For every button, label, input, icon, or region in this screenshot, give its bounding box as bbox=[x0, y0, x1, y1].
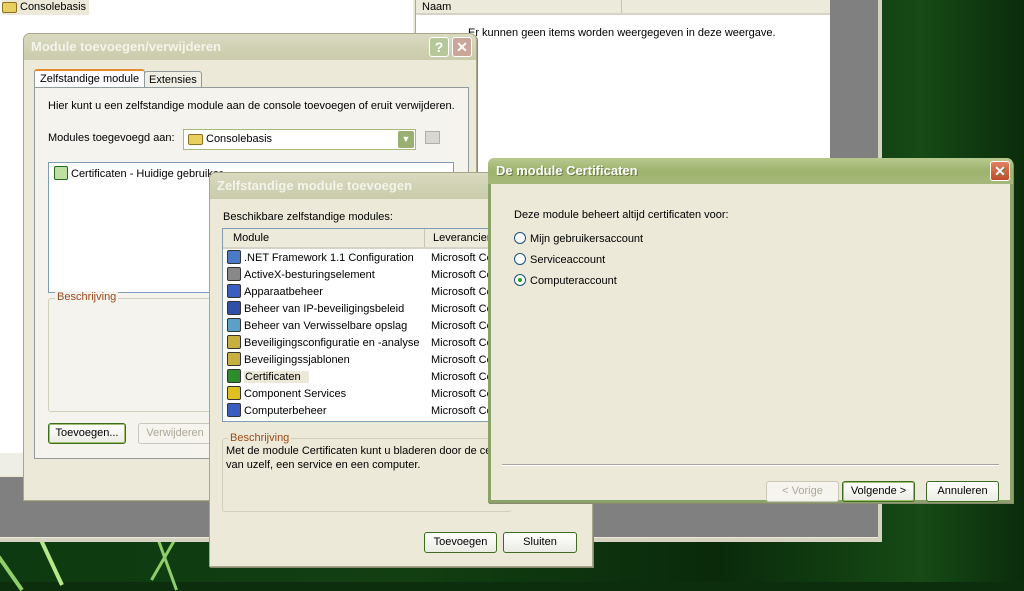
list-item[interactable]: Certificaten - Huidige gebruiker bbox=[54, 166, 223, 180]
close-button[interactable]: ✕ bbox=[990, 161, 1010, 181]
radio-checked-icon bbox=[514, 274, 526, 286]
close-button[interactable]: ✕ bbox=[452, 37, 472, 57]
module-name: Computerbeheer bbox=[244, 405, 327, 417]
radio-computer-account[interactable]: Computeraccount bbox=[514, 274, 617, 287]
chevron-down-icon[interactable]: ▼ bbox=[398, 131, 414, 148]
module-name: ActiveX-besturingselement bbox=[244, 269, 375, 281]
added-to-label: Modules toegevoegd aan: bbox=[48, 132, 175, 144]
modules-list[interactable]: Module Leverancier .NET Framework 1.1 Co… bbox=[222, 228, 512, 422]
table-row[interactable]: Beheer van IP-beveiligingsbeleid Microsof… bbox=[227, 301, 493, 318]
vendor-name: Microsoft Co bbox=[431, 354, 493, 366]
added-to-select[interactable]: Consolebasis ▼ bbox=[183, 129, 416, 150]
certificates-icon bbox=[54, 166, 68, 180]
add-button[interactable]: Toevoegen bbox=[424, 532, 497, 553]
security-config-icon bbox=[227, 335, 241, 349]
description-text-2: van uzelf, een service en een computer. bbox=[226, 459, 421, 471]
description-group: Beschrijving Met de module Certificaten … bbox=[222, 432, 512, 512]
device-manager-icon bbox=[227, 284, 241, 298]
vendor-name: Microsoft Co bbox=[431, 388, 493, 400]
radio-icon bbox=[514, 232, 526, 244]
cancel-button[interactable]: Annuleren bbox=[926, 481, 999, 502]
module-name: .NET Framework 1.1 Configuration bbox=[244, 252, 414, 264]
table-row[interactable]: Computerbeheer Microsoft Co bbox=[227, 403, 493, 420]
table-row[interactable]: Apparaatbeheer Microsoft Co bbox=[227, 284, 493, 301]
table-row[interactable]: Beveiligingssjablonen Microsoft Co bbox=[227, 352, 493, 369]
column-vendor[interactable]: Leverancier bbox=[425, 229, 490, 247]
empty-message: Er kunnen geen items worden weergegeven … bbox=[468, 27, 776, 39]
module-name: Beheer van IP-beveiligingsbeleid bbox=[244, 303, 405, 315]
module-name: Component Services bbox=[244, 388, 347, 400]
net-config-icon bbox=[227, 250, 241, 264]
separator bbox=[502, 464, 999, 466]
column-naam[interactable]: Naam bbox=[422, 0, 622, 13]
list-header: Module Leverancier bbox=[223, 229, 511, 249]
title-bar: Module toevoegen/verwijderen ? ✕ bbox=[24, 34, 476, 60]
table-row[interactable]: .NET Framework 1.1 Configuration Microsof… bbox=[227, 250, 493, 267]
tree-item-consolebasis[interactable]: Consolebasis bbox=[2, 0, 90, 15]
column-module[interactable]: Module bbox=[223, 229, 425, 247]
security-templates-icon bbox=[227, 352, 241, 366]
intro-text: Hier kunt u een zelfstandige module aan … bbox=[48, 100, 455, 112]
add-button[interactable]: Toevoegen... bbox=[48, 423, 126, 444]
radio-user-account[interactable]: Mijn gebruikersaccount bbox=[514, 232, 643, 245]
next-button[interactable]: Volgende > bbox=[842, 481, 915, 502]
computer-management-icon bbox=[227, 403, 241, 417]
certificates-icon bbox=[227, 369, 241, 383]
module-name: Apparaatbeheer bbox=[244, 286, 323, 298]
folder-icon bbox=[188, 134, 203, 145]
vendor-name: Microsoft Co bbox=[431, 286, 493, 298]
radio-service-account[interactable]: Serviceaccount bbox=[514, 253, 605, 266]
folder-icon bbox=[2, 2, 17, 13]
module-name: Beveiligingsconfiguratie en -analyse bbox=[244, 337, 420, 349]
description-text: Met de module Certificaten kunt u blader… bbox=[226, 445, 499, 457]
vendor-name: Microsoft Co bbox=[431, 337, 493, 349]
vendor-name: Microsoft Co bbox=[431, 405, 493, 417]
vendor-name: Microsoft Co bbox=[431, 371, 493, 383]
table-row[interactable]: Beheer van Verwisselbare opslag Microsoft… bbox=[227, 318, 493, 335]
column-header: Naam bbox=[416, 0, 830, 15]
help-button[interactable]: ? bbox=[429, 37, 449, 57]
component-services-icon bbox=[227, 386, 241, 400]
vendor-name: Microsoft Co bbox=[431, 303, 493, 315]
prompt-text: Deze module beheert altijd certificaten … bbox=[514, 209, 729, 221]
tab-zelfstandige-module[interactable]: Zelfstandige module bbox=[34, 69, 146, 88]
vendor-name: Microsoft Co bbox=[431, 320, 493, 332]
ip-security-icon bbox=[227, 301, 241, 315]
removable-storage-icon bbox=[227, 318, 241, 332]
tab-extensies[interactable]: Extensies bbox=[144, 71, 202, 88]
table-row[interactable]: Component Services Microsoft Co bbox=[227, 386, 493, 403]
remove-button[interactable]: Verwijderen bbox=[138, 423, 212, 444]
activex-icon bbox=[227, 267, 241, 281]
table-row[interactable]: ActiveX-besturingselement Microsoft Co bbox=[227, 267, 493, 284]
vendor-name: Microsoft Co bbox=[431, 269, 493, 281]
title-bar: De module Certificaten ✕ bbox=[488, 158, 1013, 184]
vendor-name: Microsoft Co bbox=[431, 252, 493, 264]
module-name: Certificaten bbox=[244, 371, 309, 383]
folder-up-icon[interactable] bbox=[425, 131, 440, 144]
table-row[interactable]: Certificaten Microsoft Co bbox=[227, 369, 493, 386]
available-label: Beschikbare zelfstandige modules: bbox=[223, 211, 393, 223]
radio-icon bbox=[514, 253, 526, 265]
close-button[interactable]: Sluiten bbox=[503, 532, 577, 553]
table-row[interactable]: Beveiligingsconfiguratie en -analyse Micr… bbox=[227, 335, 493, 352]
certificates-module-dialog: De module Certificaten ✕ Deze module beh… bbox=[488, 158, 1013, 503]
module-name: Beheer van Verwisselbare opslag bbox=[244, 320, 408, 332]
back-button[interactable]: < Vorige bbox=[766, 481, 839, 502]
module-name: Beveiligingssjablonen bbox=[244, 354, 350, 366]
